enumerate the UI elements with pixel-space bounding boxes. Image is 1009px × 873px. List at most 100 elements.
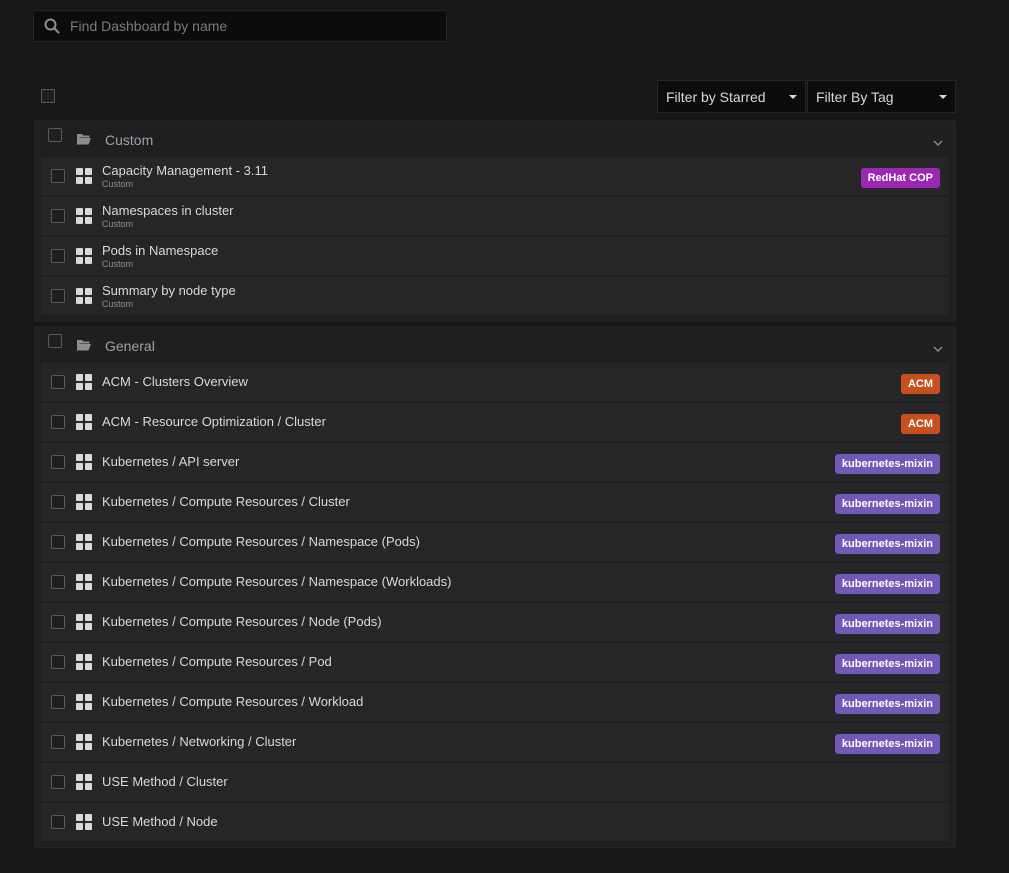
dashboard-checkbox[interactable]: [51, 249, 65, 263]
caret-down-icon: [939, 95, 947, 99]
dashboard-checkbox[interactable]: [51, 615, 65, 629]
dashboard-checkbox[interactable]: [51, 815, 65, 829]
dashboard-checkbox[interactable]: [51, 209, 65, 223]
dashboard-tag[interactable]: ACM: [900, 374, 940, 394]
dashboard-row[interactable]: Kubernetes / API server kubernetes-mixin: [41, 443, 949, 481]
dashboard-tag[interactable]: kubernetes-mixin: [834, 654, 940, 674]
dashboard-grid-icon: [76, 374, 92, 395]
dashboard-tag[interactable]: kubernetes-mixin: [834, 494, 940, 514]
dashboard-grid-icon: [76, 574, 92, 595]
dashboard-checkbox[interactable]: [51, 169, 65, 183]
dashboard-tag[interactable]: kubernetes-mixin: [834, 694, 940, 714]
dashboard-grid-icon: [76, 814, 92, 835]
dashboard-tag[interactable]: kubernetes-mixin: [834, 534, 940, 554]
search-icon: [44, 18, 60, 34]
dashboard-checkbox[interactable]: [51, 375, 65, 389]
dashboard-folder-label: Custom: [102, 259, 134, 269]
filter-by-starred-label: Filter by Starred: [666, 88, 766, 105]
dashboard-row[interactable]: Pods in Namespace Custom: [41, 237, 949, 275]
dashboard-title[interactable]: Summary by node type: [102, 283, 236, 298]
folder-header[interactable]: General: [35, 327, 955, 363]
search-input[interactable]: [68, 17, 432, 35]
dashboard-row[interactable]: Summary by node type Custom: [41, 277, 949, 315]
folder-title: Custom: [105, 132, 154, 148]
dashboard-folder-label: Custom: [102, 179, 134, 189]
dashboard-tag[interactable]: kubernetes-mixin: [834, 614, 940, 634]
dashboard-row[interactable]: Kubernetes / Networking / Cluster kuberne…: [41, 723, 949, 761]
dashboard-row[interactable]: Kubernetes / Compute Resources / Cluster…: [41, 483, 949, 521]
dashboard-folder-label: Custom: [102, 219, 134, 229]
dashboard-grid-icon: [76, 288, 92, 309]
dashboard-grid-icon: [76, 614, 92, 635]
dashboard-grid-icon: [76, 454, 92, 475]
dashboard-title[interactable]: Kubernetes / Compute Resources / Workloa…: [102, 694, 363, 709]
dashboard-grid-icon: [76, 654, 92, 675]
chevron-down-icon[interactable]: [933, 134, 943, 152]
dashboard-row[interactable]: Kubernetes / Compute Resources / Namespa…: [41, 563, 949, 601]
dashboard-row[interactable]: Kubernetes / Compute Resources / Node (P…: [41, 603, 949, 641]
dashboard-grid-icon: [76, 694, 92, 715]
dashboard-row[interactable]: Capacity Management - 3.11 Custom RedHat C…: [41, 157, 949, 195]
dashboard-title[interactable]: Kubernetes / Networking / Cluster: [102, 734, 296, 749]
filter-by-tag-select[interactable]: Filter By Tag: [807, 80, 956, 113]
dashboard-title[interactable]: Capacity Management - 3.11: [102, 163, 268, 178]
dashboard-grid-icon: [76, 414, 92, 435]
dashboard-title[interactable]: Namespaces in cluster: [102, 203, 234, 218]
dashboard-tag[interactable]: RedHat COP: [860, 168, 940, 188]
dashboard-row[interactable]: USE Method / Node: [41, 803, 949, 841]
folder-checkbox[interactable]: [48, 128, 62, 142]
dashboard-checkbox[interactable]: [51, 495, 65, 509]
dashboard-title[interactable]: Pods in Namespace: [102, 243, 218, 258]
dashboard-row[interactable]: ACM - Clusters Overview ACM: [41, 363, 949, 401]
dashboard-title[interactable]: Kubernetes / Compute Resources / Pod: [102, 654, 332, 669]
dashboard-checkbox[interactable]: [51, 735, 65, 749]
dashboard-folder-label: Custom: [102, 299, 134, 309]
chevron-down-icon[interactable]: [933, 340, 943, 358]
folder-open-icon: [76, 338, 92, 356]
dashboard-row[interactable]: USE Method / Cluster: [41, 763, 949, 801]
dashboard-title[interactable]: Kubernetes / Compute Resources / Cluster: [102, 494, 350, 509]
dashboard-title[interactable]: Kubernetes / Compute Resources / Namespa…: [102, 574, 451, 589]
dashboard-title[interactable]: Kubernetes / Compute Resources / Node (P…: [102, 614, 382, 629]
dashboard-row[interactable]: Kubernetes / Compute Resources / Workloa…: [41, 683, 949, 721]
filter-by-tag-label: Filter By Tag: [816, 88, 894, 105]
dashboard-grid-icon: [76, 774, 92, 795]
dashboard-row[interactable]: Kubernetes / Compute Resources / Pod kube…: [41, 643, 949, 681]
dashboard-search-box[interactable]: [33, 10, 447, 42]
dashboard-grid-icon: [76, 494, 92, 515]
dashboard-checkbox[interactable]: [51, 415, 65, 429]
dashboard-grid-icon: [76, 534, 92, 555]
dashboard-tag[interactable]: kubernetes-mixin: [834, 574, 940, 594]
dashboard-checkbox[interactable]: [51, 575, 65, 589]
filter-by-starred-select[interactable]: Filter by Starred: [657, 80, 806, 113]
dashboard-checkbox[interactable]: [51, 455, 65, 469]
dashboard-row[interactable]: Kubernetes / Compute Resources / Namespa…: [41, 523, 949, 561]
dashboard-checkbox[interactable]: [51, 775, 65, 789]
caret-down-icon: [789, 95, 797, 99]
select-all-checkbox[interactable]: [41, 89, 55, 103]
dashboard-title[interactable]: USE Method / Node: [102, 814, 218, 829]
folder-section-custom: Custom Capacity Management - 3.11 Custom Re…: [34, 120, 956, 322]
folder-title: General: [105, 338, 155, 354]
dashboard-title[interactable]: USE Method / Cluster: [102, 774, 228, 789]
dashboard-grid-icon: [76, 168, 92, 189]
dashboard-title[interactable]: ACM - Clusters Overview: [102, 374, 248, 389]
folder-open-icon: [76, 132, 92, 150]
folder-checkbox[interactable]: [48, 334, 62, 348]
dashboard-checkbox[interactable]: [51, 289, 65, 303]
dashboard-title[interactable]: Kubernetes / API server: [102, 454, 239, 469]
dashboard-grid-icon: [76, 208, 92, 229]
dashboard-grid-icon: [76, 248, 92, 269]
dashboard-title[interactable]: ACM - Resource Optimization / Cluster: [102, 414, 326, 429]
dashboard-tag[interactable]: ACM: [900, 414, 940, 434]
dashboard-checkbox[interactable]: [51, 655, 65, 669]
dashboard-title[interactable]: Kubernetes / Compute Resources / Namespa…: [102, 534, 420, 549]
dashboard-row[interactable]: ACM - Resource Optimization / Cluster ACM: [41, 403, 949, 441]
dashboard-tag[interactable]: kubernetes-mixin: [834, 734, 940, 754]
dashboard-checkbox[interactable]: [51, 695, 65, 709]
dashboard-tag[interactable]: kubernetes-mixin: [834, 454, 940, 474]
folder-header[interactable]: Custom: [35, 121, 955, 157]
dashboard-grid-icon: [76, 734, 92, 755]
dashboard-checkbox[interactable]: [51, 535, 65, 549]
dashboard-row[interactable]: Namespaces in cluster Custom: [41, 197, 949, 235]
